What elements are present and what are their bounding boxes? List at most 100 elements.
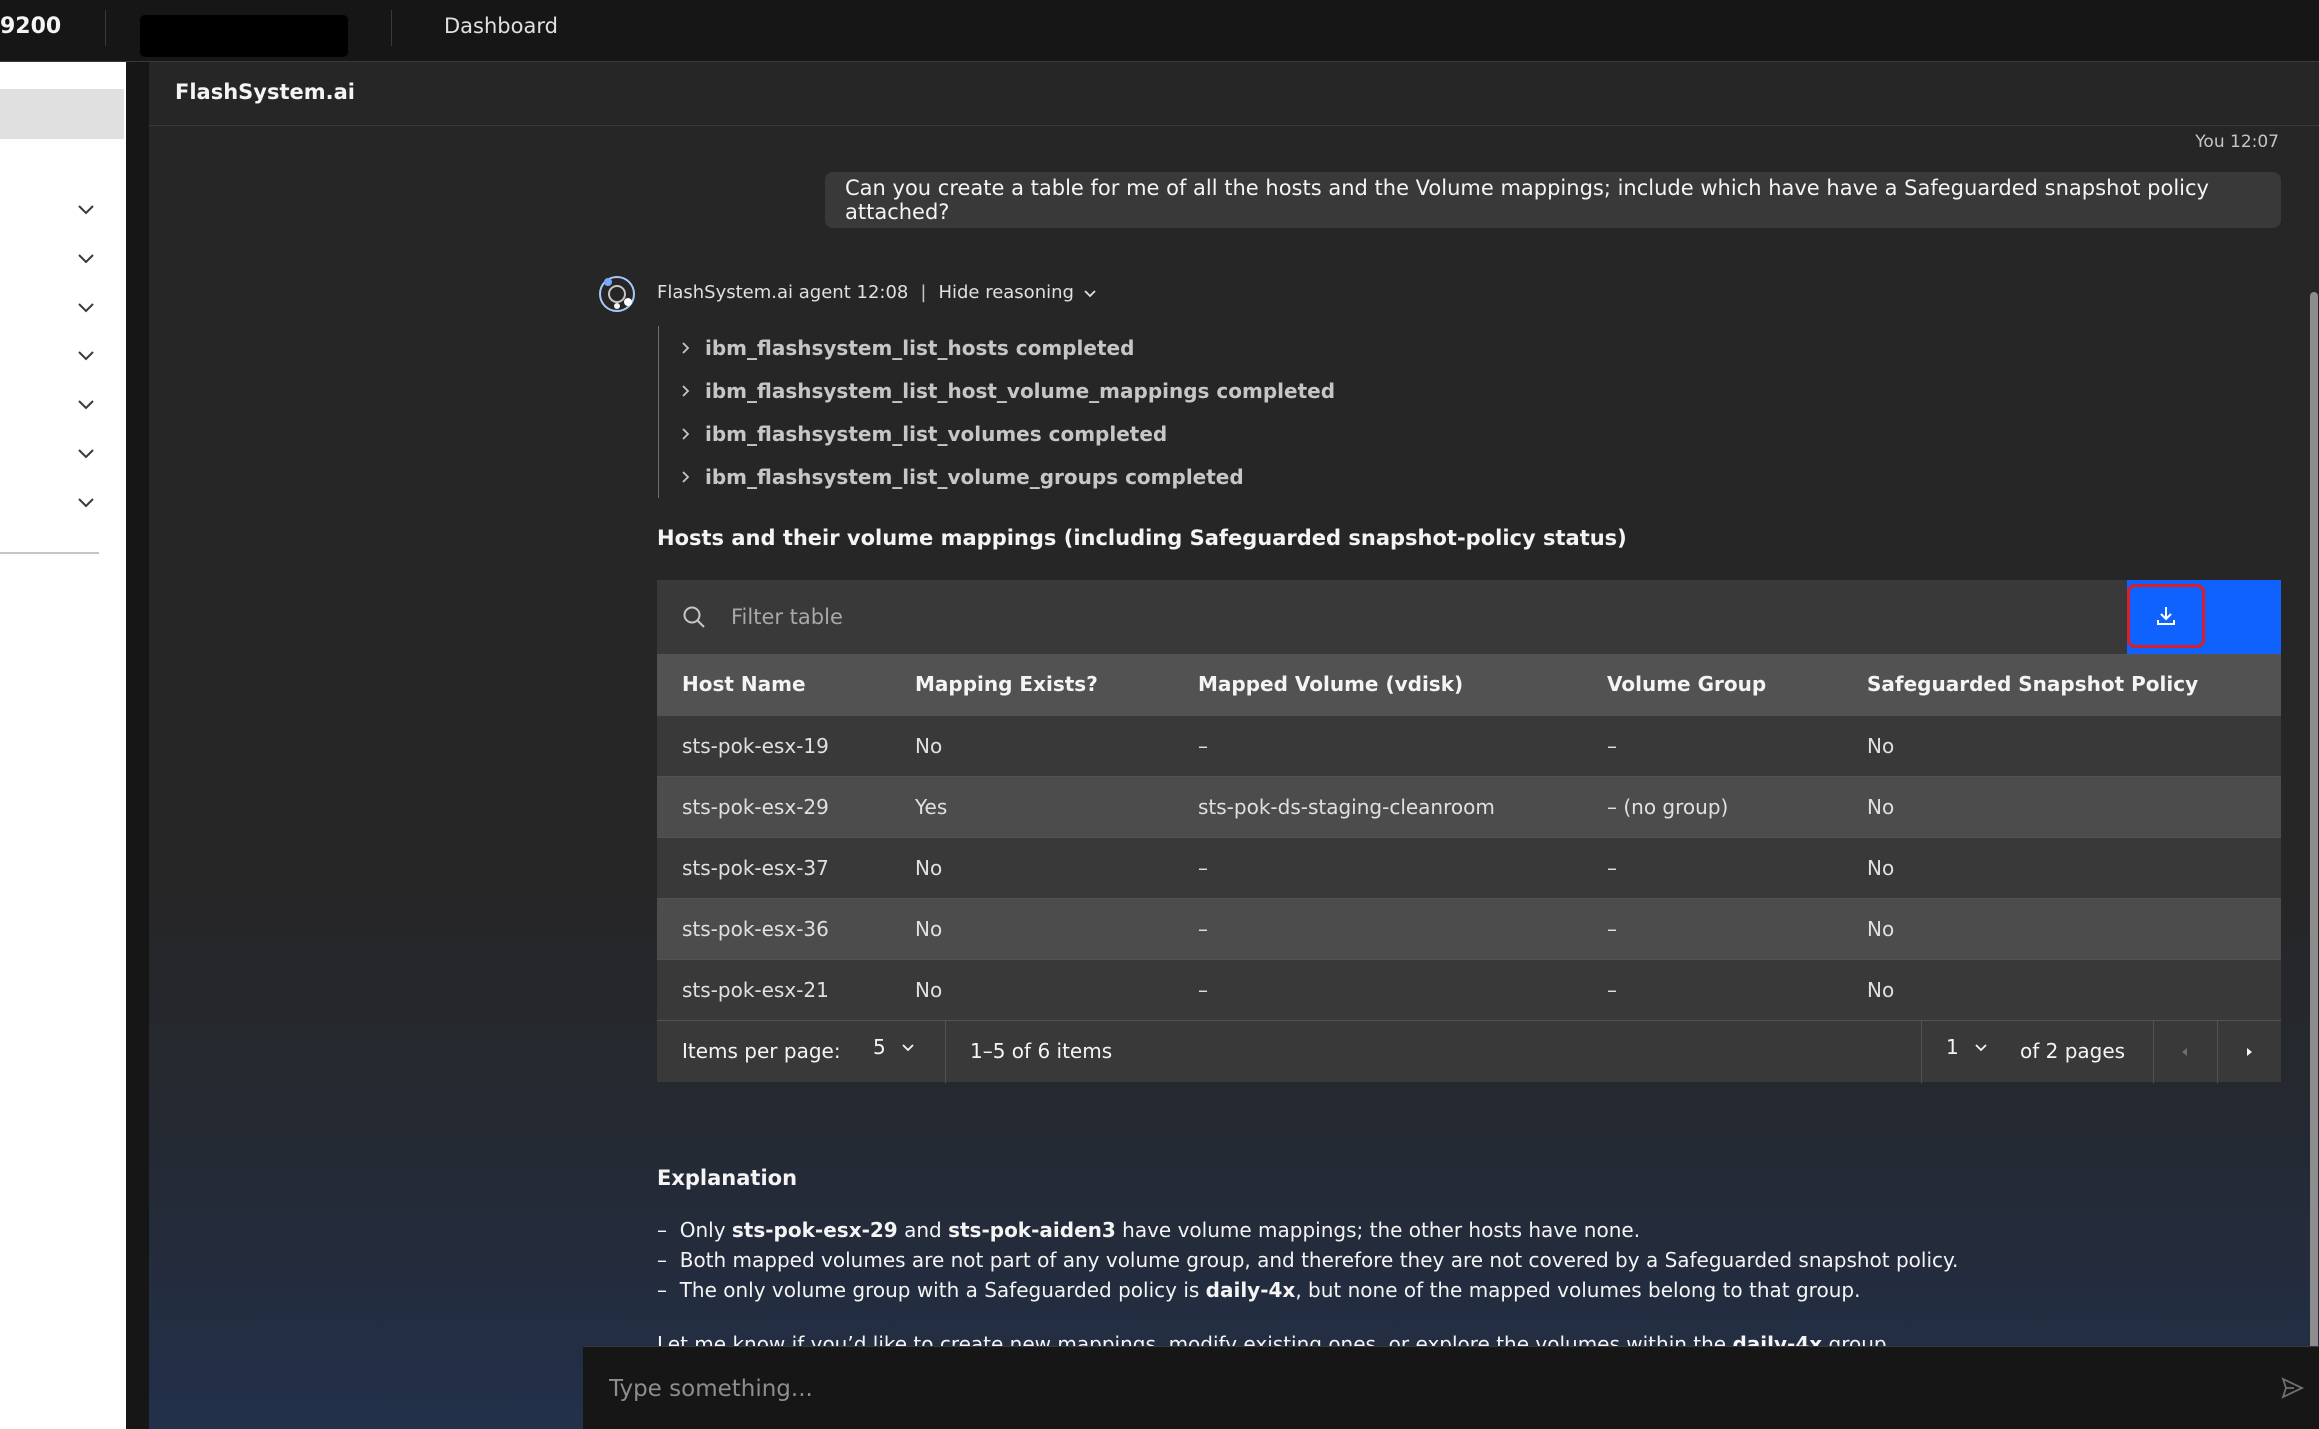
host-name-emphasis: sts-pok-esx-29: [731, 1218, 898, 1242]
column-header-host-name[interactable]: Host Name: [657, 654, 890, 715]
chevron-down-icon[interactable]: [74, 442, 98, 466]
cell-mapping-exists: No: [890, 897, 1173, 959]
table-row[interactable]: sts-pok-esx-36 No – – No: [657, 897, 2281, 959]
reasoning-step[interactable]: ibm_flashsystem_list_host_volume_mapping…: [679, 369, 1558, 412]
user-message: Can you create a table for me of all the…: [825, 172, 2281, 228]
toolbar-action-area: [2127, 580, 2281, 654]
user-message-meta: You 12:07: [2195, 132, 2279, 152]
cell-mapping-exists: No: [890, 836, 1173, 898]
previous-page-button[interactable]: [2153, 1021, 2217, 1083]
sidebar-item-selected[interactable]: [0, 89, 124, 139]
cell-host-name: sts-pok-esx-21: [657, 958, 890, 1020]
total-pages: of 2 pages: [2020, 1039, 2126, 1063]
agent-message-meta: FlashSystem.ai agent 12:08 | Hide reason…: [657, 282, 1098, 303]
bullet-dash: –: [657, 1248, 667, 1272]
explanation-line: – Only sts-pok-esx-29 and sts-pok-aiden3…: [657, 1215, 2277, 1245]
reasoning-step[interactable]: ibm_flashsystem_list_volumes completed: [679, 412, 1558, 455]
bullet-dash: –: [657, 1218, 667, 1242]
cell-mapped-volume: –: [1173, 958, 1582, 1020]
cell-safeguarded-policy: No: [1842, 714, 2281, 776]
cell-safeguarded-policy: No: [1842, 897, 2281, 959]
cell-mapped-volume: –: [1173, 897, 1582, 959]
chat-panel: FlashSystem.ai You 12:07 Can you create …: [149, 62, 2319, 1429]
column-header-mapped-volume[interactable]: Mapped Volume (vdisk): [1173, 654, 1582, 715]
table-toolbar: [657, 580, 2281, 654]
left-sidebar: [0, 62, 126, 1429]
cell-volume-group: –: [1582, 897, 1842, 959]
reasoning-step[interactable]: ibm_flashsystem_list_hosts completed: [679, 326, 1558, 369]
filter-table-input[interactable]: [731, 595, 1831, 639]
cell-mapping-exists: Yes: [890, 775, 1173, 837]
text: Both mapped volumes are not part of any …: [679, 1248, 1959, 1272]
reasoning-step-label: ibm_flashsystem_list_volume_groups compl…: [705, 464, 1244, 489]
table-row[interactable]: sts-pok-esx-21 No – – No: [657, 958, 2281, 1020]
reasoning-step-label: ibm_flashsystem_list_host_volume_mapping…: [705, 378, 1336, 403]
table-row[interactable]: sts-pok-esx-37 No – – No: [657, 836, 2281, 898]
cell-mapping-exists: No: [890, 714, 1173, 776]
column-header-mapping-exists[interactable]: Mapping Exists?: [890, 654, 1173, 715]
reasoning-step[interactable]: ibm_flashsystem_list_volume_groups compl…: [679, 455, 1558, 498]
cell-volume-group: –: [1582, 958, 1842, 1020]
chevron-right-icon: [682, 384, 690, 397]
bullet-dash: –: [657, 1278, 667, 1302]
agent-avatar-icon: [599, 276, 635, 312]
table-row[interactable]: sts-pok-esx-29 Yes sts-pok-ds-staging-cl…: [657, 775, 2281, 837]
cell-volume-group: – (no group): [1582, 775, 1842, 837]
cell-host-name: sts-pok-esx-29: [657, 775, 890, 837]
divider: [391, 10, 392, 46]
cell-mapped-volume: –: [1173, 714, 1582, 776]
data-table: Host Name Mapping Exists? Mapped Volume …: [657, 580, 2281, 1083]
chevron-right-icon: [682, 427, 690, 440]
cell-volume-group: –: [1582, 714, 1842, 776]
chevron-down-icon[interactable]: [74, 344, 98, 368]
column-header-safeguarded-policy[interactable]: Safeguarded Snapshot Policy: [1842, 654, 2281, 715]
dashboard-link[interactable]: Dashboard: [444, 14, 558, 38]
next-page-button[interactable]: [2217, 1021, 2281, 1083]
search-icon: [683, 606, 705, 628]
caret-right-icon: [2247, 1048, 2252, 1056]
current-page: 1: [1946, 1035, 1959, 1059]
table-row[interactable]: sts-pok-esx-19 No – – No: [657, 714, 2281, 776]
chevron-down-icon[interactable]: [74, 393, 98, 417]
chevron-down-icon[interactable]: [74, 198, 98, 222]
divider: [945, 1021, 946, 1083]
download-button[interactable]: [2127, 584, 2205, 648]
divider: [1921, 1021, 1922, 1083]
hide-reasoning-toggle[interactable]: Hide reasoning: [938, 282, 1098, 303]
chevron-down-icon[interactable]: [74, 491, 98, 515]
table-pagination: Items per page: 5 1–5 of 6 items 1 of 2 …: [657, 1020, 2281, 1083]
reasoning-step-label: ibm_flashsystem_list_volumes completed: [705, 421, 1168, 446]
explanation-heading: Explanation: [657, 1166, 798, 1190]
user-message-text: Can you create a table for me of all the…: [845, 176, 2209, 224]
column-header-volume-group[interactable]: Volume Group: [1582, 654, 1842, 715]
cell-host-name: sts-pok-esx-36: [657, 897, 890, 959]
agent-label: FlashSystem.ai agent 12:08: [657, 282, 909, 303]
sidebar-divider: [0, 552, 99, 554]
items-per-page-select[interactable]: 5: [873, 1035, 916, 1059]
chevron-down-icon[interactable]: [74, 296, 98, 320]
text: , but none of the mapped volumes belong …: [1295, 1278, 1861, 1302]
cell-mapped-volume: –: [1173, 836, 1582, 898]
cell-safeguarded-policy: No: [1842, 836, 2281, 898]
explanation-section: Explanation – Only sts-pok-esx-29 and st…: [657, 1166, 2277, 1359]
page-select[interactable]: 1: [1946, 1035, 1989, 1059]
scrollbar[interactable]: [2310, 292, 2318, 1382]
chevron-right-icon: [682, 341, 690, 354]
redacted-system-name: [140, 15, 348, 57]
chevron-down-icon[interactable]: [74, 247, 98, 271]
hosts-table: Host Name Mapping Exists? Mapped Volume …: [657, 654, 2281, 1020]
items-per-page-label: Items per page:: [682, 1039, 841, 1063]
host-name-emphasis: sts-pok-aiden3: [948, 1218, 1116, 1242]
send-icon[interactable]: [2277, 1373, 2307, 1403]
cell-mapped-volume: sts-pok-ds-staging-cleanroom: [1173, 775, 1582, 837]
chevron-right-icon: [682, 470, 690, 483]
table-title: Hosts and their volume mappings (includi…: [657, 526, 1627, 550]
text: Only: [679, 1218, 732, 1242]
explanation-line: – Both mapped volumes are not part of an…: [657, 1245, 2277, 1275]
text: and: [897, 1218, 949, 1242]
message-input[interactable]: [609, 1367, 2209, 1411]
chevron-down-icon: [902, 1044, 914, 1052]
chevron-down-icon: [1975, 1044, 1987, 1052]
cell-volume-group: –: [1582, 836, 1842, 898]
cell-host-name: sts-pok-esx-37: [657, 836, 890, 898]
